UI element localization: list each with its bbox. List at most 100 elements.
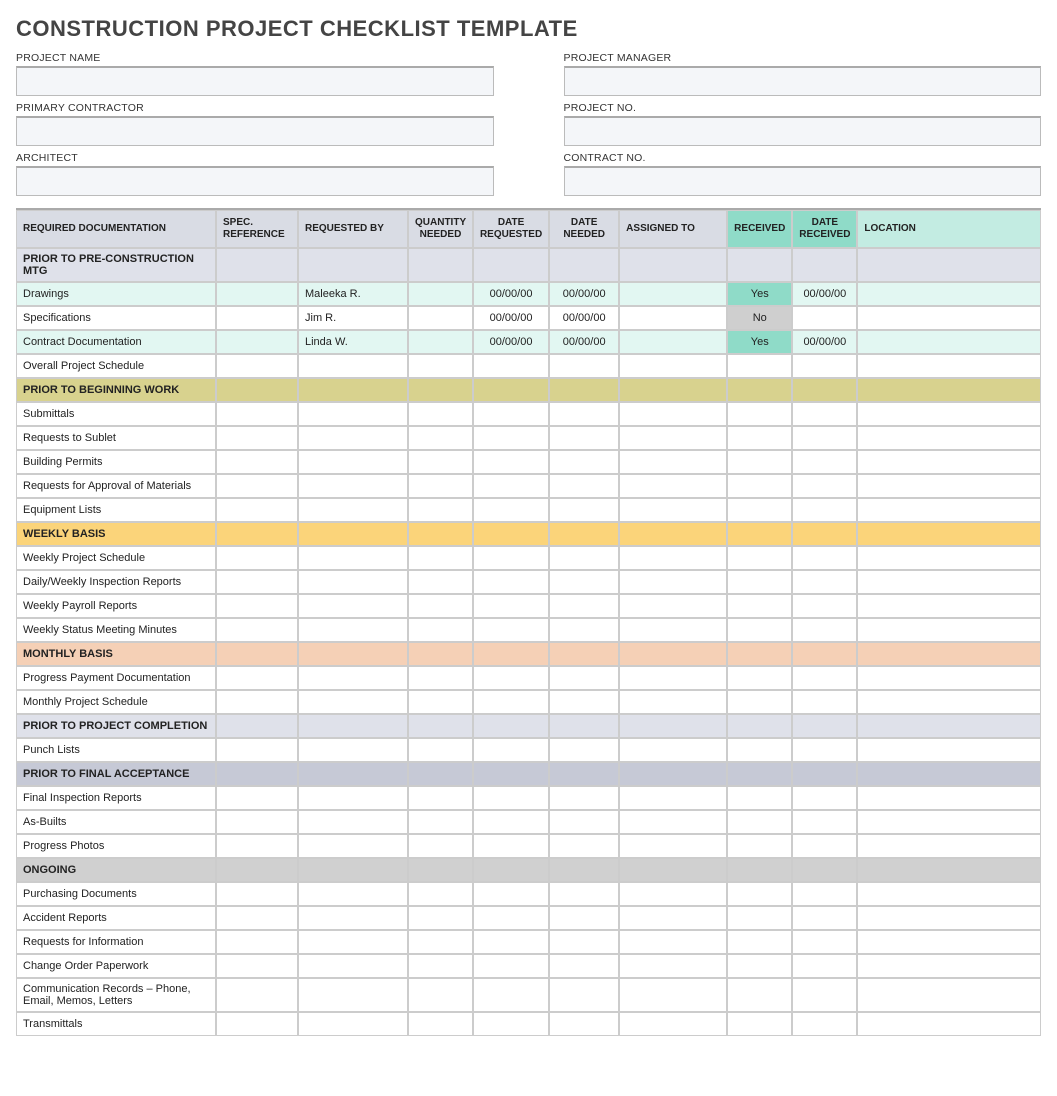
table-cell[interactable] xyxy=(408,618,473,642)
table-cell[interactable] xyxy=(727,738,792,762)
table-cell[interactable] xyxy=(727,930,792,954)
table-cell[interactable]: Building Permits xyxy=(16,450,216,474)
table-cell[interactable] xyxy=(857,930,1041,954)
table-cell[interactable]: Transmittals xyxy=(16,1012,216,1036)
table-cell[interactable]: Daily/Weekly Inspection Reports xyxy=(16,570,216,594)
table-cell[interactable]: Specifications xyxy=(16,306,216,330)
table-cell[interactable] xyxy=(549,498,619,522)
table-cell[interactable] xyxy=(216,570,298,594)
table-cell[interactable] xyxy=(408,906,473,930)
table-cell[interactable] xyxy=(619,810,727,834)
table-cell[interactable] xyxy=(408,690,473,714)
table-cell[interactable]: Change Order Paperwork xyxy=(16,954,216,978)
table-cell[interactable] xyxy=(408,1012,473,1036)
table-cell[interactable] xyxy=(792,474,857,498)
table-cell[interactable] xyxy=(473,570,549,594)
table-cell[interactable] xyxy=(408,882,473,906)
table-cell[interactable] xyxy=(408,666,473,690)
table-cell[interactable] xyxy=(408,330,473,354)
table-cell[interactable] xyxy=(792,978,857,1012)
table-cell[interactable] xyxy=(619,666,727,690)
table-cell[interactable] xyxy=(792,306,857,330)
table-cell[interactable] xyxy=(792,690,857,714)
table-cell[interactable]: 00/00/00 xyxy=(549,306,619,330)
table-cell[interactable] xyxy=(857,834,1041,858)
table-cell[interactable] xyxy=(216,594,298,618)
table-cell[interactable]: Monthly Project Schedule xyxy=(16,690,216,714)
table-cell[interactable] xyxy=(857,954,1041,978)
table-cell[interactable] xyxy=(549,402,619,426)
table-cell[interactable]: Yes xyxy=(727,282,792,306)
table-cell[interactable] xyxy=(727,498,792,522)
table-cell[interactable] xyxy=(216,426,298,450)
table-cell[interactable] xyxy=(549,834,619,858)
table-cell[interactable]: 00/00/00 xyxy=(473,282,549,306)
table-cell[interactable] xyxy=(792,354,857,378)
table-cell[interactable] xyxy=(216,354,298,378)
table-cell[interactable] xyxy=(549,810,619,834)
table-cell[interactable] xyxy=(298,354,408,378)
table-cell[interactable] xyxy=(549,978,619,1012)
table-cell[interactable] xyxy=(619,882,727,906)
table-cell[interactable] xyxy=(298,546,408,570)
table-cell[interactable]: Drawings xyxy=(16,282,216,306)
table-cell[interactable]: Weekly Status Meeting Minutes xyxy=(16,618,216,642)
table-cell[interactable] xyxy=(727,594,792,618)
table-cell[interactable] xyxy=(473,690,549,714)
table-cell[interactable] xyxy=(792,666,857,690)
table-cell[interactable] xyxy=(792,546,857,570)
table-cell[interactable]: As-Builts xyxy=(16,810,216,834)
table-cell[interactable] xyxy=(298,1012,408,1036)
table-cell[interactable] xyxy=(408,786,473,810)
table-cell[interactable]: Accident Reports xyxy=(16,906,216,930)
table-cell[interactable] xyxy=(298,810,408,834)
table-cell[interactable] xyxy=(216,450,298,474)
table-cell[interactable] xyxy=(473,618,549,642)
table-cell[interactable] xyxy=(298,906,408,930)
table-cell[interactable] xyxy=(216,618,298,642)
table-cell[interactable] xyxy=(857,330,1041,354)
table-cell[interactable] xyxy=(857,570,1041,594)
table-cell[interactable]: Final Inspection Reports xyxy=(16,786,216,810)
table-cell[interactable] xyxy=(857,1012,1041,1036)
table-cell[interactable] xyxy=(727,906,792,930)
table-cell[interactable] xyxy=(216,1012,298,1036)
table-cell[interactable]: Punch Lists xyxy=(16,738,216,762)
table-cell[interactable] xyxy=(216,306,298,330)
table-cell[interactable] xyxy=(549,786,619,810)
table-cell[interactable] xyxy=(727,666,792,690)
table-cell[interactable] xyxy=(408,594,473,618)
table-cell[interactable] xyxy=(298,834,408,858)
table-cell[interactable] xyxy=(216,834,298,858)
table-cell[interactable] xyxy=(549,1012,619,1036)
table-cell[interactable] xyxy=(408,474,473,498)
table-cell[interactable] xyxy=(549,690,619,714)
table-cell[interactable] xyxy=(792,618,857,642)
table-cell[interactable] xyxy=(549,474,619,498)
table-cell[interactable] xyxy=(727,810,792,834)
table-cell[interactable] xyxy=(216,690,298,714)
project-name-field[interactable] xyxy=(16,66,494,96)
table-cell[interactable] xyxy=(298,618,408,642)
table-cell[interactable] xyxy=(857,306,1041,330)
table-cell[interactable]: Linda W. xyxy=(298,330,408,354)
table-cell[interactable] xyxy=(727,834,792,858)
table-cell[interactable] xyxy=(549,570,619,594)
table-cell[interactable] xyxy=(619,402,727,426)
table-cell[interactable] xyxy=(792,786,857,810)
table-cell[interactable] xyxy=(857,354,1041,378)
architect-field[interactable] xyxy=(16,166,494,196)
table-cell[interactable] xyxy=(408,546,473,570)
table-cell[interactable] xyxy=(619,786,727,810)
table-cell[interactable] xyxy=(857,498,1041,522)
table-cell[interactable] xyxy=(857,594,1041,618)
table-cell[interactable] xyxy=(216,810,298,834)
table-cell[interactable] xyxy=(473,810,549,834)
table-cell[interactable] xyxy=(473,594,549,618)
table-cell[interactable] xyxy=(857,474,1041,498)
table-cell[interactable] xyxy=(792,450,857,474)
table-cell[interactable] xyxy=(473,402,549,426)
table-cell[interactable] xyxy=(727,354,792,378)
table-cell[interactable] xyxy=(792,906,857,930)
table-cell[interactable] xyxy=(298,498,408,522)
